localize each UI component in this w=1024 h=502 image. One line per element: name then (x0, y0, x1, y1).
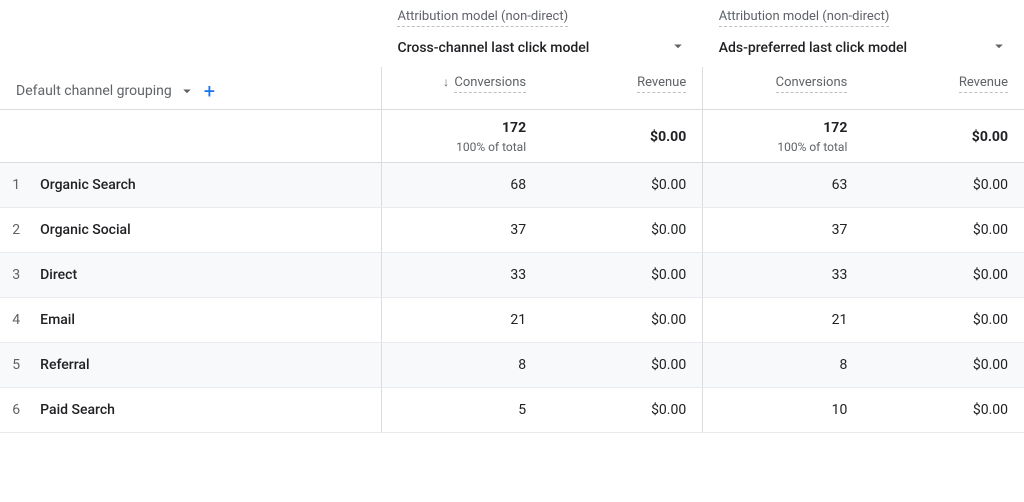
table-row[interactable]: 2Organic Social37$0.0037$0.00 (0, 208, 1024, 253)
row-conversions-1: 8 (703, 343, 864, 388)
row-conversions-1: 63 (703, 163, 864, 208)
row-revenue-1: $0.00 (863, 298, 1024, 343)
total-conversions-0: 172 (382, 120, 526, 136)
row-conversions-1: 37 (703, 208, 864, 253)
row-conversions-0: 5 (381, 388, 542, 433)
row-conversions-1: 21 (703, 298, 864, 343)
row-revenue-1: $0.00 (863, 208, 1024, 253)
row-conversions-0: 8 (381, 343, 542, 388)
row-conversions-0: 33 (381, 253, 542, 298)
table-row[interactable]: 3Direct33$0.0033$0.00 (0, 253, 1024, 298)
row-dimension: Organic Social (40, 208, 381, 253)
row-revenue-1: $0.00 (863, 163, 1024, 208)
table-row[interactable]: 5Referral8$0.008$0.00 (0, 343, 1024, 388)
dimension-label: Default channel grouping (16, 83, 172, 99)
sort-desc-icon: ↓ (443, 75, 449, 89)
attribution-report-table: Attribution model (non-direct) Cross-cha… (0, 0, 1024, 433)
table-row[interactable]: 1Organic Search68$0.0063$0.00 (0, 163, 1024, 208)
row-dimension: Referral (40, 343, 381, 388)
row-dimension: Direct (40, 253, 381, 298)
row-revenue-0: $0.00 (542, 388, 703, 433)
table-row[interactable]: 6Paid Search5$0.0010$0.00 (0, 388, 1024, 433)
row-index: 6 (0, 388, 40, 433)
row-revenue-1: $0.00 (863, 253, 1024, 298)
model-selector-0-value: Cross-channel last click model (397, 40, 589, 56)
row-index: 4 (0, 298, 40, 343)
chevron-down-icon (990, 37, 1008, 59)
row-conversions-0: 21 (381, 298, 542, 343)
total-conversions-0-sub: 100% of total (382, 140, 526, 154)
chevron-down-icon (669, 37, 687, 59)
attribution-model-label: Attribution model (non-direct) (397, 9, 568, 27)
row-index: 2 (0, 208, 40, 253)
dimension-selector[interactable]: Default channel grouping (16, 82, 196, 100)
row-conversions-0: 68 (381, 163, 542, 208)
model-selector-1[interactable]: Ads-preferred last click model (719, 33, 1008, 63)
total-conversions-1: 172 (703, 120, 847, 136)
chevron-down-icon (178, 82, 196, 100)
row-index: 5 (0, 343, 40, 388)
column-header-revenue-0[interactable]: Revenue (542, 67, 703, 110)
row-dimension: Organic Search (40, 163, 381, 208)
row-conversions-1: 33 (703, 253, 864, 298)
column-header-conversions-0[interactable]: ↓ Conversions (381, 67, 542, 110)
row-conversions-1: 10 (703, 388, 864, 433)
row-revenue-0: $0.00 (542, 208, 703, 253)
model-selector-1-value: Ads-preferred last click model (719, 40, 907, 56)
row-conversions-0: 37 (381, 208, 542, 253)
column-header-revenue-1[interactable]: Revenue (863, 67, 1024, 110)
totals-row: 172 100% of total $0.00 172 100% of tota… (0, 110, 1024, 163)
total-revenue-1: $0.00 (863, 129, 1008, 145)
row-dimension: Paid Search (40, 388, 381, 433)
row-revenue-0: $0.00 (542, 343, 703, 388)
row-revenue-1: $0.00 (863, 343, 1024, 388)
row-index: 3 (0, 253, 40, 298)
row-revenue-0: $0.00 (542, 298, 703, 343)
add-dimension-button[interactable]: + (204, 81, 215, 101)
row-revenue-0: $0.00 (542, 163, 703, 208)
row-index: 1 (0, 163, 40, 208)
row-dimension: Email (40, 298, 381, 343)
model-selector-0[interactable]: Cross-channel last click model (397, 33, 686, 63)
table-row[interactable]: 4Email21$0.0021$0.00 (0, 298, 1024, 343)
total-conversions-1-sub: 100% of total (703, 140, 847, 154)
total-revenue-0: $0.00 (542, 129, 686, 145)
row-revenue-1: $0.00 (863, 388, 1024, 433)
column-header-conversions-1[interactable]: Conversions (703, 67, 864, 110)
row-revenue-0: $0.00 (542, 253, 703, 298)
attribution-model-label: Attribution model (non-direct) (719, 9, 890, 27)
